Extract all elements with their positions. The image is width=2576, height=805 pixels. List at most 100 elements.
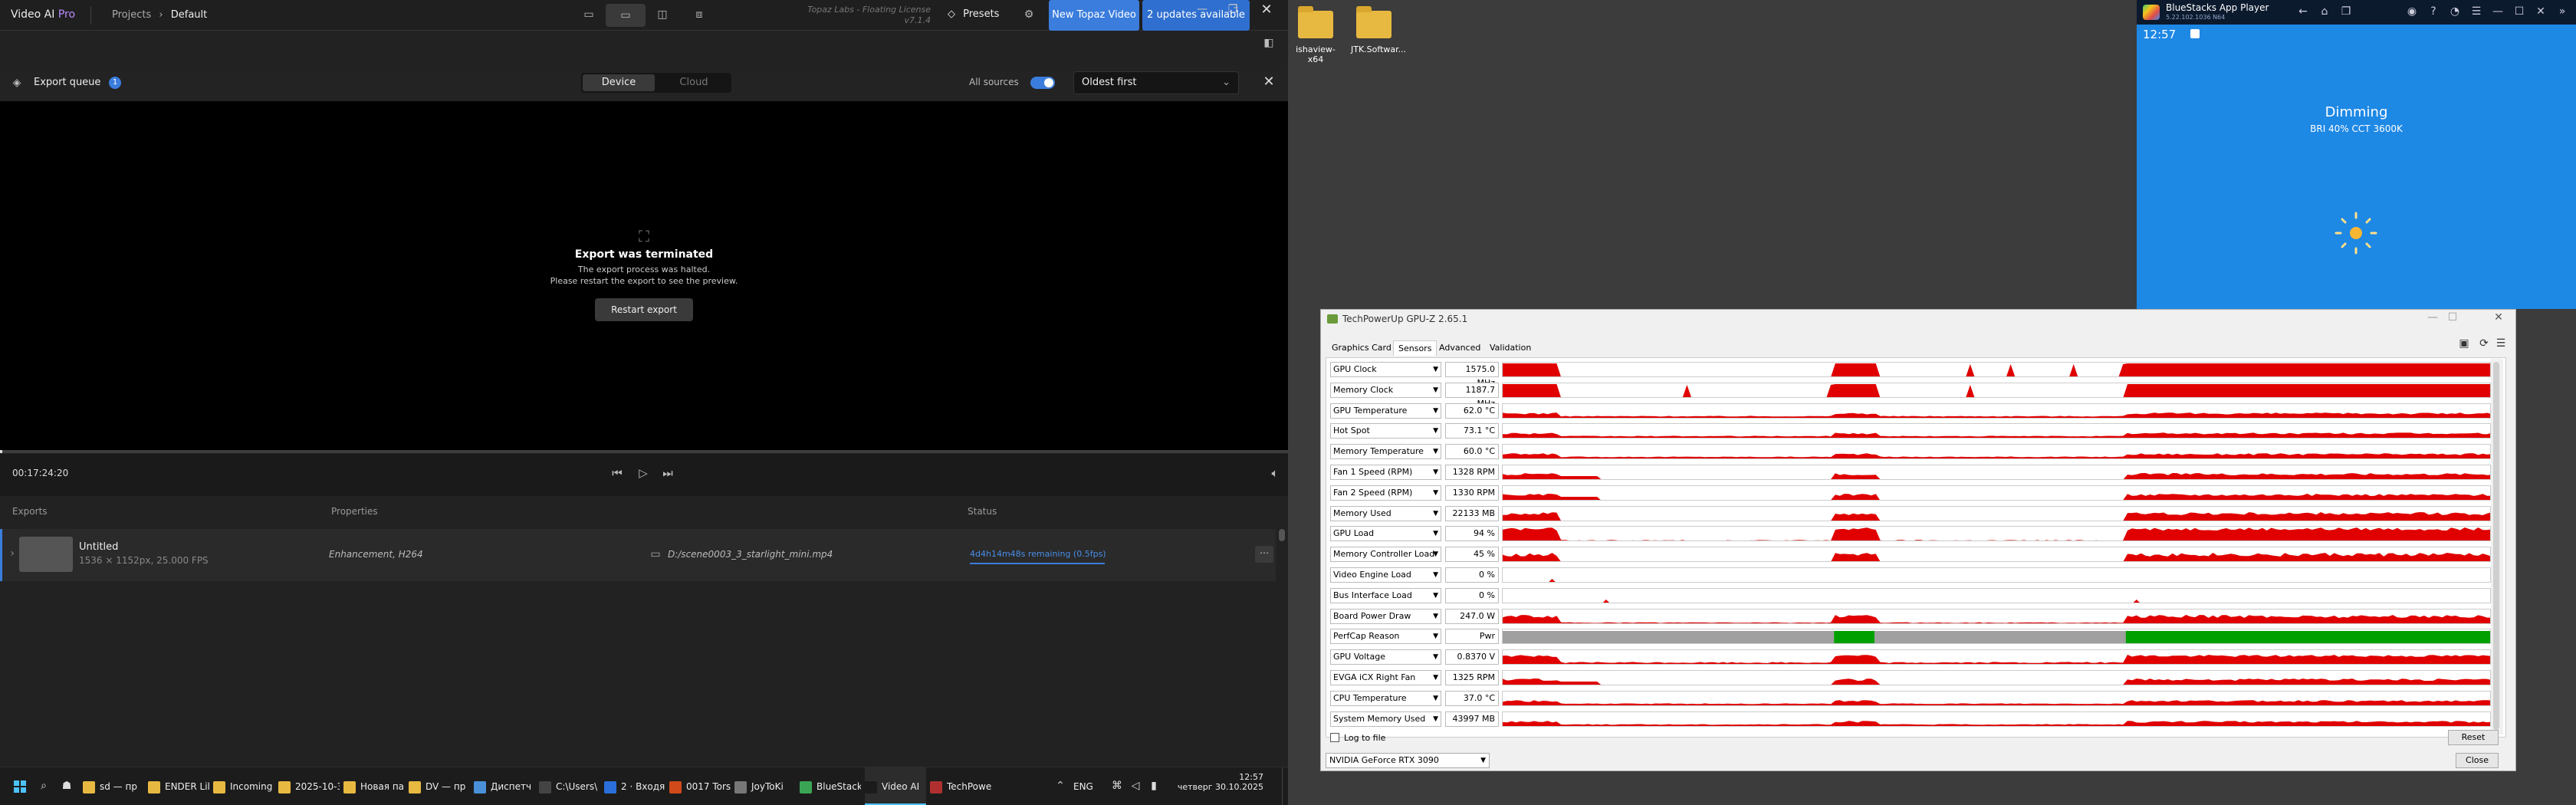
volume-icon[interactable]: 🔈︎	[1267, 466, 1283, 483]
desktop-icon[interactable]: JTK.Softwar...	[1351, 6, 1406, 72]
close-icon[interactable]: ✕	[2491, 311, 2506, 325]
layout-side-icon[interactable]: ◫	[653, 8, 672, 22]
battery-icon[interactable]: ▮	[1147, 780, 1161, 794]
new-topaz-video-button[interactable]: New Topaz Video	[1049, 0, 1139, 31]
help-icon[interactable]: ?	[2426, 5, 2440, 19]
taskbar-item[interactable]: TechPowe	[930, 767, 991, 805]
breadcrumb-root[interactable]: Projects	[112, 9, 151, 21]
window-close-icon[interactable]: ✕	[1257, 2, 1276, 20]
taskbar-item[interactable]: Incoming	[213, 767, 274, 805]
expand-icon[interactable]: »	[2555, 5, 2569, 19]
taskbar-item[interactable]: 0017 Torsi	[669, 767, 731, 805]
sensor-row: GPU Clock ▼ 1575.0 MHz	[1330, 360, 2557, 388]
sensor-name[interactable]: GPU Load ▼	[1330, 526, 1441, 542]
taskbar-item[interactable]: Диспетч	[474, 767, 535, 805]
table-row[interactable]: › Untitled 1536 × 1152px, 25.000 FPS Enh…	[0, 529, 1276, 581]
scrollbar[interactable]	[1279, 529, 1285, 541]
taskbar-item[interactable]: DV — пр	[409, 767, 470, 805]
step-forward-icon[interactable]: ⏭	[659, 466, 676, 483]
taskbar-item[interactable]: Новая па	[343, 767, 405, 805]
chevron-right-icon[interactable]: ›	[7, 547, 18, 560]
tray-chevron-icon[interactable]: ⌃	[1055, 780, 1066, 794]
bell-icon[interactable]: ◔	[2448, 5, 2462, 19]
gear-icon[interactable]: ⚙	[1021, 8, 1037, 22]
window-minimize-icon[interactable]: —	[1193, 3, 1211, 18]
gpu-select[interactable]: NVIDIA GeForce RTX 3090 ▼	[1326, 753, 1490, 768]
account-icon[interactable]: ◉	[2405, 5, 2419, 19]
sensor-name[interactable]: Memory Clock ▼	[1330, 382, 1441, 398]
sensor-name[interactable]: Board Power Draw ▼	[1330, 608, 1441, 624]
export-path[interactable]: D:/scene0003_3_starlight_mini.mp4	[668, 549, 833, 560]
sensor-name[interactable]: GPU Temperature ▼	[1330, 402, 1441, 419]
sensor-name[interactable]: Fan 1 Speed (RPM) ▼	[1330, 465, 1441, 480]
network-icon[interactable]: ⌘	[1110, 780, 1124, 794]
sensor-name[interactable]: Hot Spot ▼	[1330, 423, 1441, 439]
taskbar-item[interactable]: BlueStack	[800, 767, 861, 805]
language-indicator[interactable]: ENG	[1073, 767, 1093, 805]
taskbar-item[interactable]: JoyToKi	[734, 767, 796, 805]
sort-select[interactable]: Oldest first ⌄	[1073, 71, 1239, 94]
clock[interactable]: 12:57 четверг 30.10.2025	[1171, 772, 1263, 792]
sensor-name-text: System Memory Used	[1333, 713, 1426, 724]
home-icon[interactable]: ⌂	[2318, 5, 2331, 19]
taskbar-item[interactable]: ENDER Lil	[148, 767, 209, 805]
panel-toggle-icon[interactable]: ◧	[1260, 34, 1278, 52]
search-icon[interactable]: ⌕	[37, 780, 51, 794]
tab-sensors[interactable]: Sensors	[1393, 340, 1438, 356]
log-to-file-checkbox[interactable]	[1330, 733, 1339, 742]
recents-icon[interactable]: ❐	[2339, 5, 2353, 19]
close-icon[interactable]: ✕	[2534, 5, 2548, 19]
desktop-icon[interactable]: ishaview-x64	[1293, 6, 1339, 72]
tab-cloud[interactable]: Cloud	[658, 74, 730, 91]
maximize-icon[interactable]: ☐	[2512, 5, 2526, 19]
sensor-name[interactable]: System Memory Used ▼	[1330, 711, 1441, 727]
speaker-icon[interactable]: ◁	[1129, 780, 1142, 794]
sensor-name[interactable]: Video Engine Load ▼	[1330, 567, 1441, 583]
reset-button[interactable]: Reset	[2448, 730, 2499, 745]
minimize-icon[interactable]: —	[2425, 311, 2440, 325]
window-maximize-icon[interactable]: ❐	[1224, 3, 1242, 18]
sensor-name[interactable]: EVGA iCX Right Fan ▼	[1330, 670, 1441, 685]
back-icon[interactable]: ←	[2296, 5, 2310, 19]
sensor-name[interactable]: CPU Temperature ▼	[1330, 690, 1441, 706]
taskbar-item[interactable]: C:\Users\	[539, 767, 600, 805]
alien-icon[interactable]: ☗	[60, 780, 74, 794]
close-queue-icon[interactable]: ✕	[1260, 74, 1277, 90]
sensor-name[interactable]: Bus Interface Load ▼	[1330, 587, 1441, 603]
minimize-icon[interactable]: —	[2491, 5, 2505, 19]
start-button[interactable]	[14, 780, 26, 793]
step-back-icon[interactable]: ⏮	[609, 466, 626, 483]
maximize-icon[interactable]: ☐	[2445, 311, 2460, 325]
layout-split-button[interactable]: ▭	[606, 4, 646, 27]
all-sources-toggle[interactable]	[1030, 77, 1055, 89]
taskbar-item[interactable]: 2 · Входя	[604, 767, 665, 805]
sensor-name[interactable]: GPU Clock ▼	[1330, 362, 1441, 377]
play-icon[interactable]: ▷	[635, 466, 652, 483]
tab-device[interactable]: Device	[583, 74, 655, 91]
layout-single-icon[interactable]: ▭	[580, 8, 598, 22]
tab-graphics-card[interactable]: Graphics Card	[1327, 340, 1396, 355]
sensor-name[interactable]: Fan 2 Speed (RPM) ▼	[1330, 485, 1441, 501]
taskbar-item[interactable]: 2025-10-3	[278, 767, 340, 805]
menu-icon[interactable]: ☰	[2494, 337, 2508, 351]
taskbar-item[interactable]: sd — пр	[83, 767, 144, 805]
tab-advanced[interactable]: Advanced	[1434, 340, 1485, 355]
close-button[interactable]: Close	[2456, 753, 2499, 768]
seek-handle[interactable]	[0, 450, 2, 453]
sensor-name[interactable]: Memory Used ▼	[1330, 505, 1441, 521]
layout-compare-icon[interactable]: ⧈	[690, 8, 708, 22]
refresh-icon[interactable]: ⟳	[2477, 337, 2491, 351]
sensor-name[interactable]: PerfCap Reason ▼	[1330, 629, 1441, 645]
presets-button[interactable]: ◇ Presets	[948, 8, 999, 20]
tab-validation[interactable]: Validation	[1485, 340, 1536, 355]
sensor-name[interactable]: Memory Temperature ▼	[1330, 444, 1441, 460]
menu-icon[interactable]: ☰	[2469, 5, 2483, 19]
show-desktop-button[interactable]	[1282, 767, 1286, 805]
restart-export-button[interactable]: Restart export	[595, 298, 693, 321]
more-options-icon[interactable]: ⋯	[1255, 546, 1273, 563]
sensor-name[interactable]: GPU Voltage ▼	[1330, 649, 1441, 665]
seek-bar[interactable]	[0, 450, 1288, 453]
sensor-name[interactable]: Memory Controller Load ▼	[1330, 547, 1441, 563]
camera-icon[interactable]: ▣	[2457, 337, 2471, 351]
taskbar-item[interactable]: Video AI	[865, 767, 926, 805]
